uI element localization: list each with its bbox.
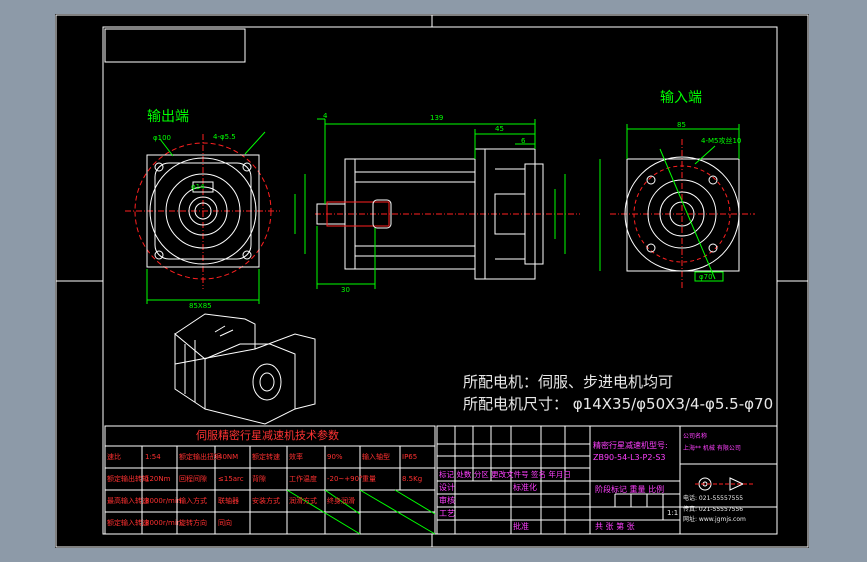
drawing-number-box xyxy=(104,28,246,63)
approve-label: 批准 xyxy=(513,522,529,531)
dim-139: 139 xyxy=(430,114,444,122)
dim-d100: φ100 xyxy=(153,134,171,142)
param-cell: 90% xyxy=(327,453,343,461)
param-cell: 输入轴型 xyxy=(362,453,390,461)
dim-45: 45 xyxy=(495,125,504,133)
param-cell: 重量 xyxy=(362,475,376,483)
param-cell: 安装方式 xyxy=(252,497,280,505)
param-cell: 120Nm xyxy=(145,475,171,483)
check-label: 审核 xyxy=(439,496,455,505)
param-table-title: 伺服精密行星减速机技术参数 xyxy=(196,429,339,442)
param-cell: ≤15arc xyxy=(218,475,244,483)
side-section-view xyxy=(294,118,580,289)
param-cell: 3000r/min xyxy=(145,519,182,527)
param-cell: 额定输出转矩 xyxy=(107,475,149,483)
param-cell: 旋转方向 xyxy=(179,519,207,527)
revision-header: 标记 处数 分区 更改文件号 签名 年月日 xyxy=(439,470,571,479)
output-end-view xyxy=(125,131,280,304)
dim-6: 6 xyxy=(521,137,526,145)
dim-pcd70: φ70 xyxy=(699,273,713,281)
fax: 传真: 021-55557556 xyxy=(683,506,744,513)
param-cell: -20~+90° xyxy=(327,475,363,483)
dim-holes-out: 4-φ5.5 xyxy=(213,133,236,141)
param-cell: 工作温度 xyxy=(289,475,317,483)
param-cell: 最高输入转速 xyxy=(107,497,149,505)
note-motor-type: 所配电机：伺服、步进电机均可 xyxy=(463,373,674,391)
output-end-label: 输出端 xyxy=(147,109,189,125)
sheet-count: 共 张 第 张 xyxy=(595,522,635,531)
param-cell: 速比 xyxy=(107,453,121,461)
param-cell: 3000r/min xyxy=(145,497,182,505)
param-cell: 效率 xyxy=(289,453,303,461)
model-number: ZB90-54-L3-P2-S3 xyxy=(593,453,666,462)
dim-4: 4 xyxy=(323,112,328,120)
dim-85: 85 xyxy=(677,121,686,129)
dim-85x85: 85X85 xyxy=(189,302,212,310)
param-cell: 额定输出扭矩 xyxy=(179,453,221,461)
param-cell: 回程间隙 xyxy=(179,475,207,483)
scale-value: 1:1 xyxy=(667,509,679,517)
param-cell: 40NM xyxy=(218,453,239,461)
param-cell: 1:54 xyxy=(145,453,161,461)
param-cell: 8.5Kg xyxy=(402,475,423,483)
input-end-view xyxy=(599,124,755,289)
dim-shaft14: φ14 xyxy=(191,183,205,191)
model-label: 精密行星减速机型号: xyxy=(593,441,668,450)
drawing-sheet: 输出端 输入端 φ100 4-φ5.5 139 45 4 6 30 85X85 … xyxy=(55,14,809,548)
param-cell: IP65 xyxy=(402,453,418,461)
stage-weight-scale-label: 阶段标记 重量 比例 xyxy=(595,485,665,494)
param-cell: 润滑方式 xyxy=(289,497,317,505)
param-cell: 输入方式 xyxy=(179,497,207,505)
note-motor-size: 所配电机尺寸： φ14X35/φ50X3/4-φ5.5-φ70 xyxy=(463,395,774,413)
param-cell: 额定输入转速 xyxy=(107,519,149,527)
dim-30: 30 xyxy=(341,286,350,294)
process-label: 工艺 xyxy=(439,509,455,518)
website: 网址: www.jgmjs.com xyxy=(683,516,746,523)
param-cell: 联轴器 xyxy=(218,497,239,505)
input-end-label: 输入端 xyxy=(660,90,702,106)
param-cell: 背隙 xyxy=(252,475,266,483)
param-cell: 同向 xyxy=(218,519,232,527)
param-cell: 额定转速 xyxy=(252,453,280,461)
dim-holes-in: 4-M5攻丝10 xyxy=(701,137,742,145)
phone: 电话: 021-55557555 xyxy=(683,495,744,502)
standardize-label: 标准化 xyxy=(513,483,537,492)
company-label: 公司名称 xyxy=(683,433,708,440)
company-name: 上海** 机械 有限公司 xyxy=(683,445,741,452)
isometric-view xyxy=(174,313,316,425)
designer-label: 设计 xyxy=(439,483,455,492)
param-cell: 终身润滑 xyxy=(327,497,355,505)
